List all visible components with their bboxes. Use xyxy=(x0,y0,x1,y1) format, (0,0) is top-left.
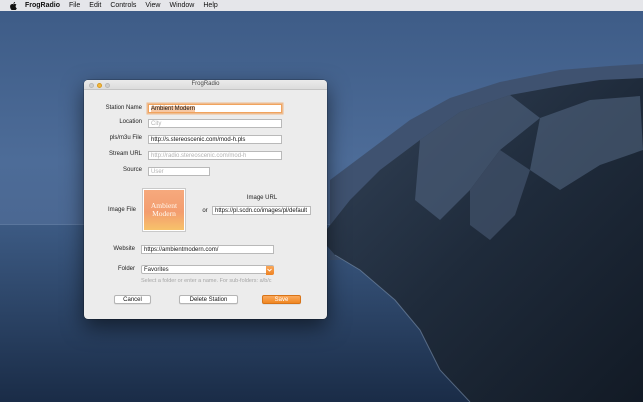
chevron-down-icon[interactable] xyxy=(265,265,274,275)
website-label: Website xyxy=(113,246,135,252)
menu-view[interactable]: View xyxy=(145,2,160,9)
image-url-label: Image URL xyxy=(246,195,278,201)
menu-help[interactable]: Help xyxy=(203,2,217,9)
station-editor-window: FrogRadio Station Name Ambient Modern Lo… xyxy=(84,80,327,319)
delete-station-button[interactable]: Delete Station xyxy=(179,295,238,304)
station-name-field[interactable]: Ambient Modern xyxy=(148,104,282,113)
window-title: FrogRadio xyxy=(191,81,220,87)
artwork-line-2: Modern xyxy=(152,209,176,218)
website-field[interactable]: https://ambientmodern.com/ xyxy=(141,245,274,254)
source-field[interactable]: User xyxy=(148,167,210,176)
folder-hint: Select a folder or enter a name. For sub… xyxy=(141,278,272,284)
station-name-label: Station Name xyxy=(105,105,142,111)
menu-file[interactable]: File xyxy=(69,2,80,9)
menu-edit[interactable]: Edit xyxy=(89,2,101,9)
stream-url-label: Stream URL xyxy=(108,151,142,157)
menu-controls[interactable]: Controls xyxy=(110,2,136,9)
stream-url-field[interactable]: http://radio.stereoscenic.com/mod-h xyxy=(148,151,282,160)
menu-window[interactable]: Window xyxy=(169,2,194,9)
folder-value: Favorites xyxy=(144,267,169,273)
pls-file-field[interactable]: http://s.stereoscenic.com/mod-h.pls xyxy=(148,135,282,144)
pls-file-label: pls/m3u File xyxy=(109,135,142,141)
cancel-button[interactable]: Cancel xyxy=(114,295,151,304)
menu-app-name[interactable]: FrogRadio xyxy=(25,2,60,9)
station-artwork: Ambient Modern xyxy=(144,190,184,230)
folder-combobox[interactable]: Favorites xyxy=(141,265,274,275)
apple-icon[interactable] xyxy=(10,1,18,10)
location-field[interactable]: City xyxy=(148,119,282,128)
image-file-well[interactable]: Ambient Modern xyxy=(142,188,186,232)
or-label: or xyxy=(202,208,208,214)
image-url-field[interactable]: https://pl.scdn.co/images/pl/default xyxy=(212,206,311,215)
source-label: Source xyxy=(122,167,142,173)
location-label: Location xyxy=(119,119,142,125)
title-bar[interactable]: FrogRadio xyxy=(84,80,327,90)
station-name-value: Ambient Modern xyxy=(151,106,196,112)
folder-label: Folder xyxy=(117,266,135,272)
menu-bar: FrogRadio File Edit Controls View Window… xyxy=(0,0,643,11)
image-file-label: Image File xyxy=(107,207,136,213)
save-button[interactable]: Save xyxy=(262,295,301,304)
